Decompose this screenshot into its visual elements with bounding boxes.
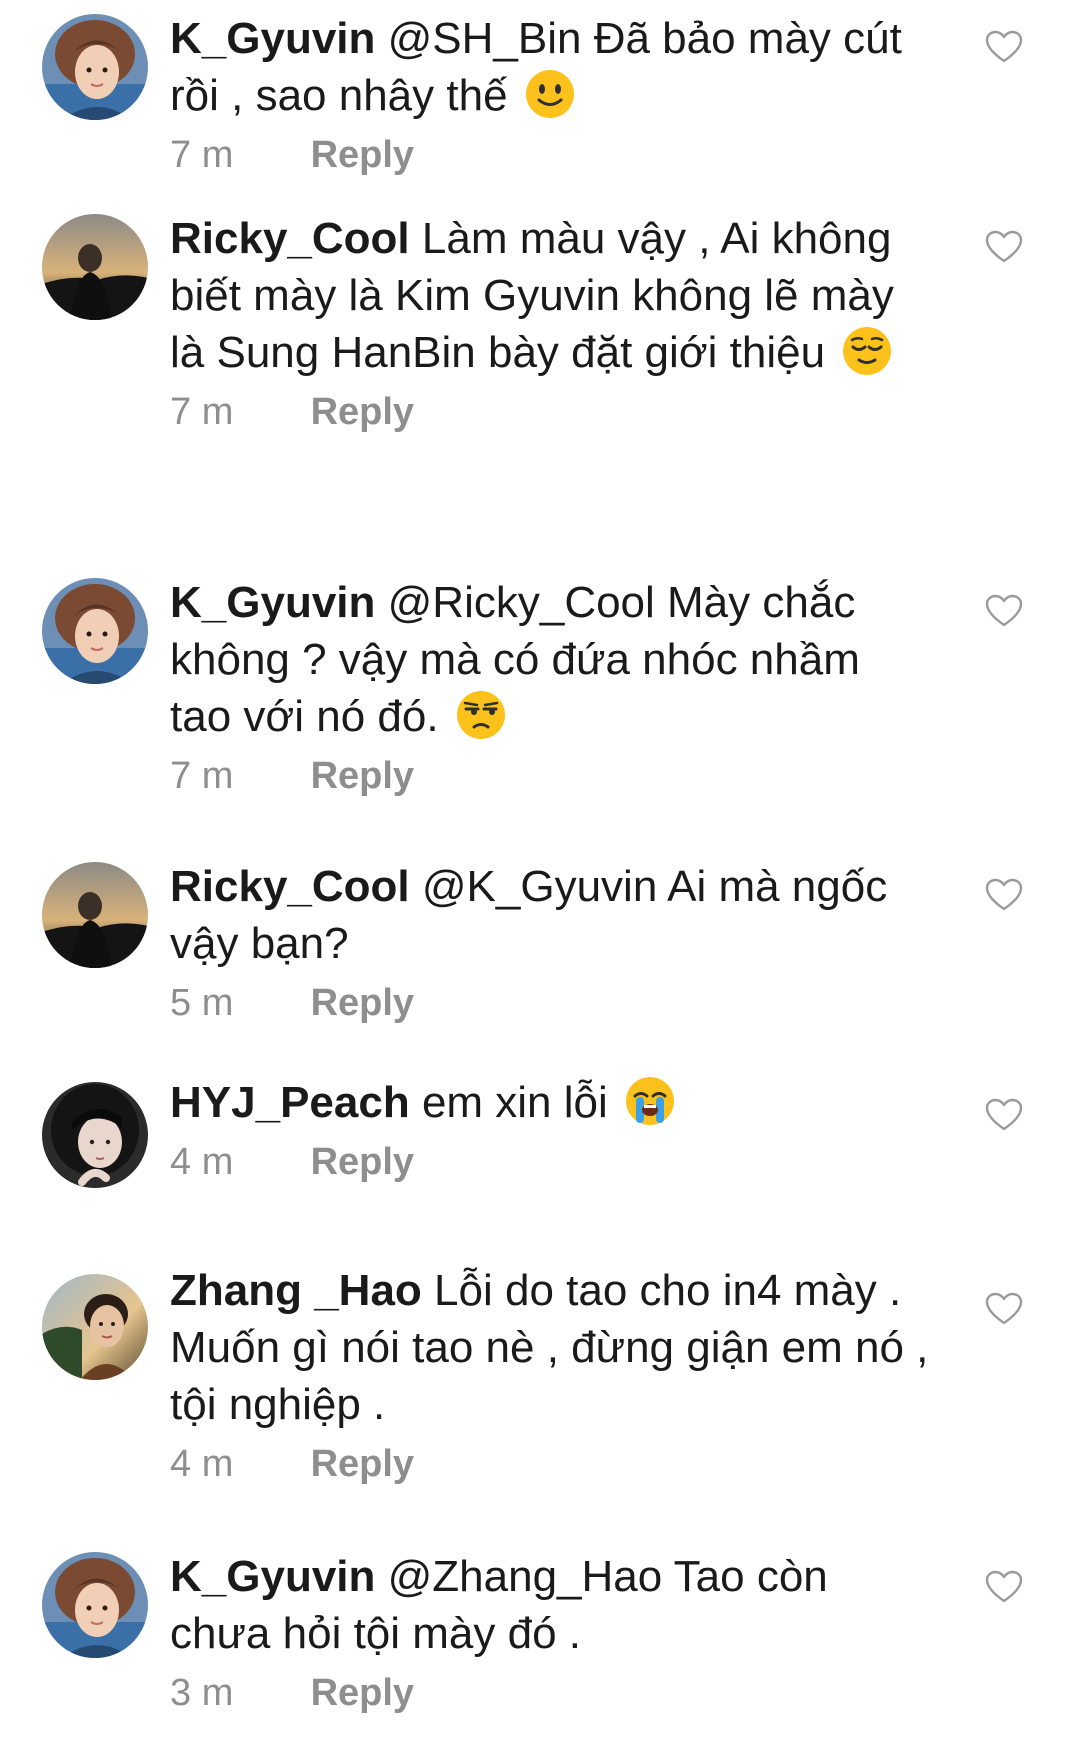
comment-username[interactable]: Ricky_Cool — [170, 862, 410, 911]
relieved-face-icon — [841, 325, 893, 377]
comment-meta: 5 m Reply — [170, 978, 930, 1028]
like-button[interactable] — [985, 878, 1023, 912]
loudly-crying-face-icon — [624, 1075, 676, 1127]
comment-body: Zhang _Hao Lỗi do tao cho in4 mày . Muốn… — [170, 1262, 930, 1489]
comment-text: K_Gyuvin @Ricky_Cool Mày chắc không ? vậ… — [170, 574, 930, 745]
avatar[interactable] — [42, 214, 148, 320]
heart-icon — [985, 594, 1023, 627]
heart-icon — [985, 230, 1023, 263]
comment-timestamp: 7 m — [170, 755, 234, 797]
comment-body: K_Gyuvin @SH_Bin Đã bảo mày cút rồi , sa… — [170, 10, 930, 180]
comment-timestamp: 5 m — [170, 982, 234, 1024]
comment-meta: 7 m Reply — [170, 130, 930, 180]
avatar[interactable] — [42, 1274, 148, 1380]
comment-body: K_Gyuvin @Zhang_Hao Tao còn chưa hỏi tội… — [170, 1548, 930, 1718]
comment-meta: 4 m Reply — [170, 1439, 930, 1489]
comment-username[interactable]: Zhang _Hao — [170, 1266, 422, 1315]
avatar[interactable] — [42, 14, 148, 120]
avatar[interactable] — [42, 1082, 148, 1188]
comment-text: Ricky_Cool @K_Gyuvin Ai mà ngốc vậy bạn? — [170, 858, 930, 972]
slightly-smiling-face-icon — [524, 68, 576, 120]
k-gyuvin-avatar — [42, 578, 148, 684]
comment-timestamp: 3 m — [170, 1672, 234, 1714]
comment-username[interactable]: K_Gyuvin — [170, 14, 375, 63]
comment-meta: 7 m Reply — [170, 751, 930, 801]
comment-meta: 4 m Reply — [170, 1137, 930, 1187]
comment-timestamp: 7 m — [170, 391, 234, 433]
ricky-cool-avatar — [42, 214, 148, 320]
reply-button[interactable]: Reply — [311, 755, 414, 797]
like-button[interactable] — [985, 1570, 1023, 1604]
k-gyuvin-avatar — [42, 1552, 148, 1658]
comment-meta: 3 m Reply — [170, 1668, 930, 1718]
comment-body: K_Gyuvin @Ricky_Cool Mày chắc không ? vậ… — [170, 574, 930, 801]
comment-text: HYJ_Peach em xin lỗi — [170, 1074, 930, 1131]
avatar[interactable] — [42, 578, 148, 684]
comment-body: Ricky_Cool Làm màu vậy , Ai không biết m… — [170, 210, 930, 437]
comment-text: Ricky_Cool Làm màu vậy , Ai không biết m… — [170, 210, 930, 381]
reply-button[interactable]: Reply — [311, 1672, 414, 1714]
unamused-face-icon — [455, 689, 507, 741]
avatar[interactable] — [42, 1552, 148, 1658]
comment-timestamp: 4 m — [170, 1141, 234, 1183]
comment-text: K_Gyuvin @SH_Bin Đã bảo mày cút rồi , sa… — [170, 10, 930, 124]
comment-body: HYJ_Peach em xin lỗi 4 m Reply — [170, 1074, 930, 1187]
hyj-peach-avatar — [42, 1082, 148, 1188]
reply-button[interactable]: Reply — [311, 982, 414, 1024]
comment-username[interactable]: K_Gyuvin — [170, 1552, 375, 1601]
ricky-cool-avatar — [42, 862, 148, 968]
comment-body: Ricky_Cool @K_Gyuvin Ai mà ngốc vậy bạn?… — [170, 858, 930, 1028]
reply-button[interactable]: Reply — [311, 134, 414, 176]
k-gyuvin-avatar — [42, 14, 148, 120]
heart-icon — [985, 30, 1023, 63]
comment-timestamp: 7 m — [170, 134, 234, 176]
comment-username[interactable]: HYJ_Peach — [170, 1078, 410, 1127]
like-button[interactable] — [985, 30, 1023, 64]
like-button[interactable] — [985, 230, 1023, 264]
reply-button[interactable]: Reply — [311, 1443, 414, 1485]
heart-icon — [985, 1292, 1023, 1325]
avatar[interactable] — [42, 862, 148, 968]
comment-text: Zhang _Hao Lỗi do tao cho in4 mày . Muốn… — [170, 1262, 930, 1433]
comment-username[interactable]: K_Gyuvin — [170, 578, 375, 627]
comment-text: K_Gyuvin @Zhang_Hao Tao còn chưa hỏi tội… — [170, 1548, 930, 1662]
like-button[interactable] — [985, 1292, 1023, 1326]
zhang-hao-avatar — [42, 1274, 148, 1380]
comment-username[interactable]: Ricky_Cool — [170, 214, 410, 263]
comment-thread: K_Gyuvin @SH_Bin Đã bảo mày cút rồi , sa… — [0, 0, 1080, 1753]
reply-button[interactable]: Reply — [311, 391, 414, 433]
reply-button[interactable]: Reply — [311, 1141, 414, 1183]
comment-meta: 7 m Reply — [170, 387, 930, 437]
heart-icon — [985, 1098, 1023, 1131]
like-button[interactable] — [985, 594, 1023, 628]
heart-icon — [985, 878, 1023, 911]
comment-timestamp: 4 m — [170, 1443, 234, 1485]
comment-message: em xin lỗi — [421, 1078, 608, 1127]
heart-icon — [985, 1570, 1023, 1603]
like-button[interactable] — [985, 1098, 1023, 1132]
